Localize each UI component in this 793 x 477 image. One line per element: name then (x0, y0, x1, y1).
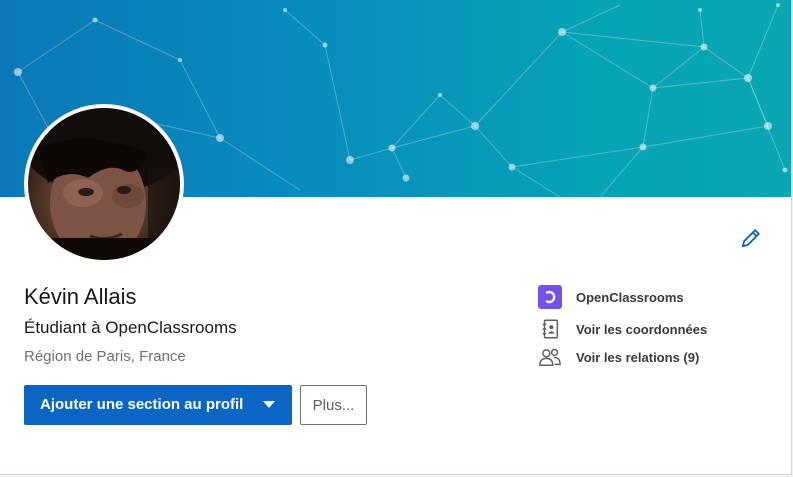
profile-photo-frame[interactable] (24, 104, 184, 264)
profile-location: Région de Paris, France (24, 348, 186, 365)
contact-info-link[interactable]: Voir les coordonnées (538, 317, 707, 341)
more-button[interactable]: Plus... (300, 385, 367, 425)
edit-profile-button[interactable] (737, 224, 765, 252)
connections-link[interactable]: Voir les relations (9) (538, 345, 699, 369)
openclassrooms-logo-icon (538, 285, 562, 309)
profile-name: Kévin Allais (24, 284, 137, 309)
profile-photo[interactable] (28, 108, 180, 260)
profile-headline: Étudiant à OpenClassrooms (24, 318, 237, 337)
address-book-icon (538, 317, 562, 341)
profile-photo-image (28, 108, 180, 260)
add-profile-section-button[interactable]: Ajouter une section au profil (24, 385, 292, 425)
school-name[interactable]: OpenClassrooms (576, 290, 684, 305)
caret-down-icon[interactable] (263, 401, 275, 408)
profile-card: Kévin Allais Étudiant à OpenClassrooms R… (0, 0, 792, 475)
school-link[interactable]: OpenClassrooms (538, 285, 684, 309)
pencil-icon (741, 229, 760, 248)
connections-label[interactable]: Voir les relations (9) (576, 350, 699, 365)
contact-info-label[interactable]: Voir les coordonnées (576, 322, 707, 337)
add-profile-section-label: Ajouter une section au profil (40, 396, 244, 413)
people-icon (538, 345, 562, 369)
